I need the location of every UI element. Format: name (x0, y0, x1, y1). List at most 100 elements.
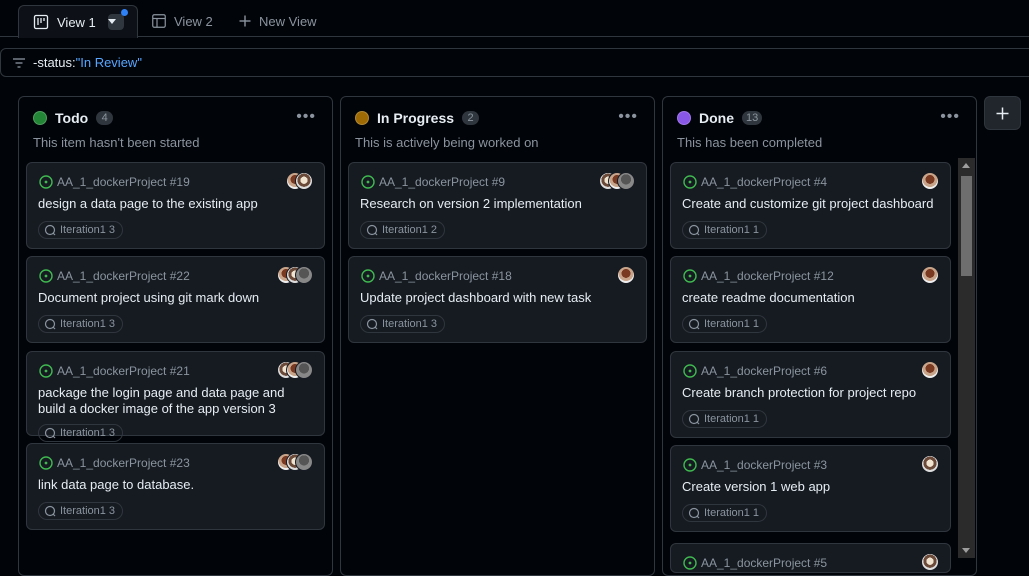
issue-reference[interactable]: AA_1_dockerProject #21 (39, 364, 190, 378)
issue-reference[interactable]: AA_1_dockerProject #4 (683, 175, 827, 189)
scroll-thumb[interactable] (961, 176, 972, 276)
column-description: This is actively being worked on (355, 135, 539, 150)
assignee-avatars[interactable] (277, 453, 313, 471)
iteration-icon (688, 318, 700, 330)
filter-key: -status: (33, 55, 76, 70)
issue-card[interactable]: AA_1_dockerProject #6 Create branch prote… (670, 351, 951, 438)
tab-view-2[interactable]: View 2 (152, 5, 213, 37)
iteration-pill[interactable]: Iteration1 3 (38, 424, 124, 442)
iteration-pill[interactable]: Iteration1 3 (360, 315, 446, 333)
issue-card[interactable]: AA_1_dockerProject #21 package the login … (26, 351, 325, 442)
board-icon (33, 14, 49, 30)
issue-reference[interactable]: AA_1_dockerProject #5 (683, 556, 827, 570)
issue-reference[interactable]: AA_1_dockerProject #6 (683, 364, 827, 378)
filter-value: "In Review" (75, 55, 142, 70)
iteration-pill[interactable]: Iteration1 3 (38, 502, 124, 520)
assignee-avatars[interactable] (599, 172, 635, 190)
unsaved-changes-dot (120, 9, 128, 16)
issue-title[interactable]: create readme documentation (682, 290, 938, 306)
issue-reference[interactable]: AA_1_dockerProject #18 (361, 269, 512, 283)
iteration-icon (44, 427, 56, 439)
iteration-pill[interactable]: Iteration1 1 (682, 504, 768, 522)
iteration-pill[interactable]: Iteration1 2 (360, 221, 446, 239)
tab-label: New View (259, 13, 317, 29)
kebab-horizontal-icon[interactable]: ••• (296, 108, 316, 126)
issue-ref-text: AA_1_dockerProject #5 (701, 556, 828, 570)
issue-reference[interactable]: AA_1_dockerProject #19 (39, 175, 190, 189)
scroll-up-arrow-icon[interactable] (962, 163, 970, 168)
assignee-avatars[interactable] (921, 266, 939, 284)
issue-title[interactable]: Create version 1 web app (682, 479, 938, 495)
kebab-horizontal-icon[interactable]: ••• (940, 108, 960, 126)
issue-reference[interactable]: AA_1_dockerProject #12 (683, 269, 834, 283)
avatar (921, 172, 939, 190)
issue-ref-text: AA_1_dockerProject #3 (701, 458, 828, 472)
assignee-avatars[interactable] (921, 172, 939, 190)
issue-title[interactable]: Document project using git mark down (38, 290, 312, 306)
issue-title[interactable]: package the login page and data page and… (38, 385, 312, 417)
assignee-avatars[interactable] (286, 172, 313, 190)
issue-title[interactable]: link data page to database. (38, 477, 312, 493)
avatar (295, 361, 313, 379)
new-view-button[interactable]: New View (239, 5, 317, 37)
issue-card[interactable]: AA_1_dockerProject #22 Document project u… (26, 256, 325, 343)
scroll-down-arrow-icon[interactable] (962, 548, 970, 553)
assignee-avatars[interactable] (921, 455, 939, 473)
iteration-icon (688, 413, 700, 425)
avatar (295, 266, 313, 284)
issue-title[interactable]: design a data page to the existing app (38, 196, 312, 212)
filter-input[interactable]: -status:"In Review" (0, 48, 1029, 77)
assignee-avatars[interactable] (277, 266, 313, 284)
iteration-label: Iteration1 1 (704, 318, 760, 330)
issue-card[interactable]: AA_1_dockerProject #4 Create and customiz… (670, 162, 951, 249)
view-options-button[interactable] (107, 9, 128, 30)
iteration-pill[interactable]: Iteration1 1 (682, 221, 768, 239)
issue-title[interactable]: Create and customize git project dashboa… (682, 196, 938, 212)
column-count-badge: 2 (462, 111, 480, 125)
assignee-avatars[interactable] (277, 361, 313, 379)
issue-ref-text: AA_1_dockerProject #6 (701, 364, 828, 378)
issue-reference[interactable]: AA_1_dockerProject #9 (361, 175, 505, 189)
issue-ref-text: AA_1_dockerProject #22 (57, 269, 190, 283)
assignee-avatars[interactable] (921, 361, 939, 379)
issue-open-icon (683, 175, 697, 189)
issue-title[interactable]: Update project dashboard with new task (360, 290, 634, 306)
iteration-pill[interactable]: Iteration1 3 (38, 315, 124, 333)
iteration-pill[interactable]: Iteration1 1 (682, 315, 768, 333)
issue-card[interactable]: AA_1_dockerProject #5 (670, 543, 951, 573)
iteration-pill[interactable]: Iteration1 1 (682, 410, 768, 428)
avatar (921, 266, 939, 284)
iteration-label: Iteration1 3 (60, 427, 116, 439)
kebab-horizontal-icon[interactable]: ••• (618, 108, 638, 126)
iteration-pill[interactable]: Iteration1 3 (38, 221, 124, 239)
issue-open-icon (39, 175, 53, 189)
tab-label: View 1 (57, 14, 96, 30)
issue-card[interactable]: AA_1_dockerProject #18 Update project das… (348, 256, 647, 343)
column-description: This item hasn't been started (33, 135, 200, 150)
column-title: Todo (55, 110, 89, 126)
issue-title[interactable]: Create branch protection for project rep… (682, 385, 938, 401)
issue-card[interactable]: AA_1_dockerProject #23 link data page to … (26, 443, 325, 530)
column-description: This has been completed (677, 135, 823, 150)
tab-view-1[interactable]: View 1 (18, 5, 138, 38)
table-icon (152, 14, 166, 28)
issue-open-icon (39, 364, 53, 378)
issue-ref-text: AA_1_dockerProject #4 (701, 175, 828, 189)
triangle-down-icon (107, 19, 116, 24)
issue-reference[interactable]: AA_1_dockerProject #3 (683, 458, 827, 472)
issue-card[interactable]: AA_1_dockerProject #19 design a data page… (26, 162, 325, 249)
iteration-label: Iteration1 1 (704, 413, 760, 425)
assignee-avatars[interactable] (617, 266, 635, 284)
issue-reference[interactable]: AA_1_dockerProject #23 (39, 456, 190, 470)
done-column-scrollbar[interactable] (958, 158, 975, 558)
issue-card[interactable]: AA_1_dockerProject #9 Research on version… (348, 162, 647, 249)
column-title: In Progress (377, 110, 455, 126)
add-column-button[interactable] (984, 96, 1021, 130)
issue-card[interactable]: AA_1_dockerProject #12 create readme docu… (670, 256, 951, 343)
issue-title[interactable]: Research on version 2 implementation (360, 196, 634, 212)
issue-reference[interactable]: AA_1_dockerProject #22 (39, 269, 190, 283)
assignee-avatars[interactable] (921, 553, 939, 571)
filter-query: -status:"In Review" (33, 55, 142, 70)
issue-card[interactable]: AA_1_dockerProject #3 Create version 1 we… (670, 445, 951, 532)
iteration-icon (44, 318, 56, 330)
